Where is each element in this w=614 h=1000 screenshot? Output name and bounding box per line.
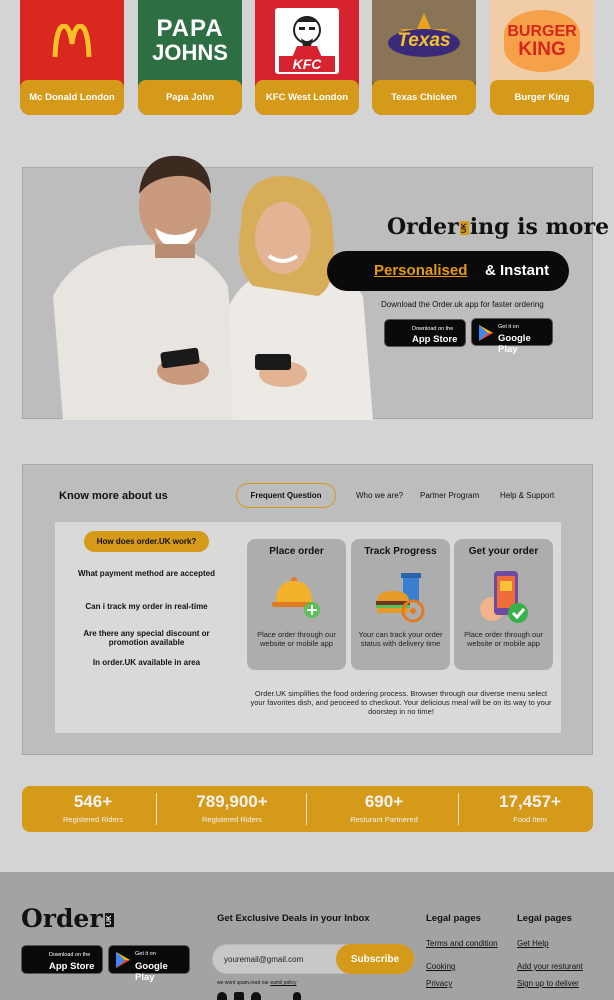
step-title: Track Progress (364, 546, 437, 557)
deals-title: Get Exclusive Deals in your Inbox (217, 913, 370, 924)
footer-link-terms[interactable]: Terms and condition (426, 939, 498, 948)
texas-chicken-logo: Texas (372, 0, 476, 82)
step-desc: Place order through our website or mobil… (464, 630, 543, 648)
legal-title: Legal pages (517, 913, 572, 924)
restaurant-card-papajohns[interactable]: PAPA JOHNS Papa John (138, 0, 242, 115)
spam-note: we wont spam,read our eamil policy (217, 980, 297, 986)
google-play-button[interactable]: Get it on Google Play (108, 945, 190, 983)
stat-label: Registered Riders (201, 815, 263, 824)
step-card-track-progress: Track Progress Your can track your order… (351, 539, 450, 670)
stat-divider (306, 793, 307, 825)
stats-bar: 546+ Registered Riders 789,900+ Register… (22, 786, 593, 832)
tab-help-support[interactable]: Help & Support (500, 491, 554, 500)
faq-question[interactable]: Can i track my order in real-time (55, 602, 238, 611)
restaurant-label: Texas Chicken (372, 80, 476, 115)
step-desc: Place order through our website or mobil… (257, 630, 336, 648)
facebook-icon[interactable] (217, 992, 227, 1000)
burger-king-logo: BURGER KING (490, 0, 594, 82)
stat-divider (156, 793, 157, 825)
stat-item: 789,900+ Registered Riders (161, 786, 303, 832)
footer-link-add-restaurant[interactable]: Add your resturant (517, 962, 583, 971)
mcdonalds-logo (20, 0, 124, 82)
google-play-icon (479, 325, 493, 341)
faq-question[interactable]: Are there any special discount or promot… (75, 629, 218, 647)
tab-who-we-are[interactable]: Who we are? (356, 491, 403, 500)
app-store-button[interactable]: Download on the App Store (21, 945, 103, 974)
stat-item: 546+ Registered Riders (22, 786, 164, 832)
tab-partner-program[interactable]: Partner Program (420, 491, 479, 500)
papajohns-logo: PAPA JOHNS (138, 0, 242, 82)
google-play-icon (116, 952, 130, 968)
hero-headline: Order UKing is more (387, 214, 610, 240)
footer-link-help[interactable]: Get Help (517, 939, 549, 948)
restaurant-label: Papa John (138, 80, 242, 115)
snapchat-icon[interactable] (293, 992, 301, 1000)
step-title: Get your order (468, 546, 539, 557)
hero-highlight-pill: Personalised & Instant (327, 251, 569, 291)
hero-subtext: Download the Order.uk app for faster ord… (381, 300, 544, 309)
cloche-icon (272, 577, 320, 618)
stat-number: 690+ (364, 792, 404, 811)
stat-label: Registered Riders (62, 815, 124, 824)
stat-label: Resturant Partnered (350, 815, 418, 824)
restaurant-card-burgerking[interactable]: BURGER KING Burger King (490, 0, 594, 115)
email-policy-link[interactable]: eamil policy (270, 980, 296, 986)
faq-question[interactable]: In order.UK available in area (55, 658, 238, 667)
step-desc: Your can track your order status with de… (358, 630, 443, 648)
faq-question-active[interactable]: How does order.UK work? (84, 531, 209, 552)
footer-link-signup-deliver[interactable]: Sign up to deliver (517, 979, 579, 988)
google-play-button[interactable]: Get it on Google Play (471, 318, 553, 355)
restaurant-card-mcdonalds[interactable]: Mc Donald London (20, 0, 124, 115)
stat-number: 17,457+ (499, 792, 561, 811)
stat-number: 546+ (73, 792, 113, 811)
step-card-get-order: Get your order Place order through our w… (454, 539, 553, 670)
restaurant-label: Mc Donald London (20, 80, 124, 115)
footer-link-privacy[interactable]: Privacy (426, 979, 452, 988)
kfc-logo: KFC (255, 0, 359, 82)
know-more-section: Know more about us Frequent Question Who… (22, 464, 593, 755)
stat-item: 17,457+ Food Item (459, 786, 601, 832)
footer-link-cooking[interactable]: Cooking (426, 962, 455, 971)
stat-item: 690+ Resturant Partnered (313, 786, 455, 832)
footer: Order UK Download on the App Store Get it… (0, 872, 614, 1000)
burger-drink-icon (376, 573, 425, 623)
faq-question[interactable]: What payment method are accepted (55, 569, 238, 578)
instagram-icon[interactable] (234, 992, 244, 1000)
legal-title: Legal pages (426, 913, 481, 924)
section-title: Know more about us (59, 490, 168, 502)
restaurant-label: KFC West London (255, 80, 359, 115)
tab-frequent-question[interactable]: Frequent Question (236, 483, 336, 508)
stat-label: Food Item (513, 815, 547, 824)
restaurant-card-kfc[interactable]: KFC KFC West London (255, 0, 359, 115)
how-it-works-summary: Order.UK simplifies the food ordering pr… (250, 689, 552, 716)
step-card-place-order: Place order Place order through our webs… (247, 539, 346, 670)
faq-panel: How does order.UK work? What payment met… (55, 522, 561, 733)
app-promo-banner: Order UKing is more Personalised & Instan… (22, 155, 609, 420)
app-store-button[interactable]: Download on the App Store (384, 319, 466, 347)
restaurant-card-texas[interactable]: Texas Texas Chicken (372, 0, 476, 115)
restaurant-label: Burger King (490, 80, 594, 115)
subscribe-button[interactable]: Subscribe (336, 944, 414, 974)
phone-check-icon (480, 571, 528, 623)
step-title: Place order (269, 546, 324, 557)
footer-logo: Order UK (21, 904, 114, 933)
stat-number: 789,900+ (196, 792, 268, 811)
tiktok-icon[interactable] (251, 992, 261, 1000)
